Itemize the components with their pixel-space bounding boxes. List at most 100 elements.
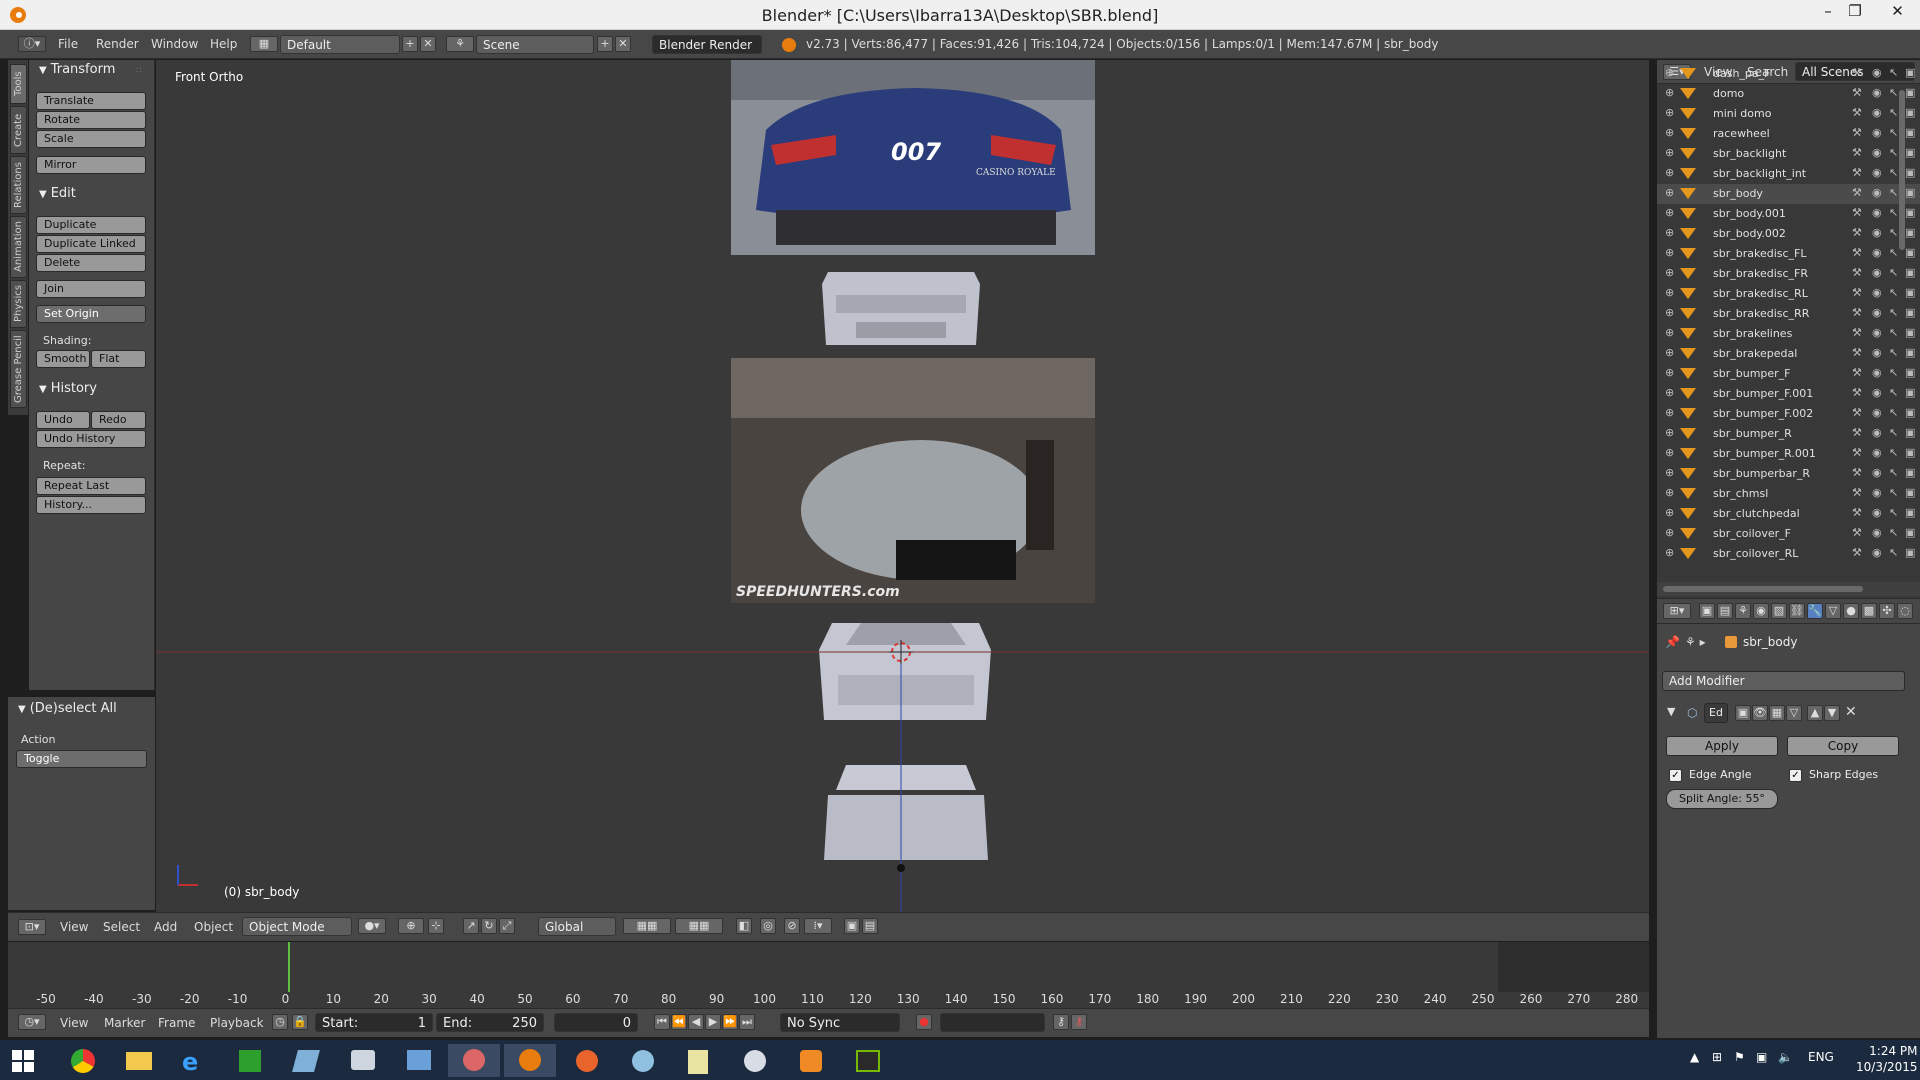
translate-button[interactable]: Translate [36, 92, 146, 110]
flat-button[interactable]: Flat [91, 350, 146, 368]
modifier-editmode-icon[interactable]: ▦ [1769, 705, 1785, 721]
delete-keyframe-icon[interactable]: ⚷ [1071, 1014, 1087, 1030]
expand-icon[interactable]: ⊕ [1665, 146, 1674, 159]
end-frame-field[interactable]: End: 250 [436, 1013, 544, 1032]
history-button[interactable]: History... [36, 496, 146, 514]
menu-file[interactable]: File [58, 35, 78, 54]
manipulator-icon[interactable]: ⊹ [428, 918, 444, 934]
tab-animation[interactable]: Animation [10, 216, 27, 278]
outliner-row[interactable]: ⊕ sbr_bumper_R.001 ⚒ ◉ ↖ ▣ [1657, 444, 1920, 464]
visibility-eye-icon[interactable]: ◉ [1872, 306, 1882, 319]
selectable-arrow-icon[interactable]: ↖ [1889, 326, 1898, 339]
visibility-eye-icon[interactable]: ◉ [1872, 486, 1882, 499]
visibility-eye-icon[interactable]: ◉ [1872, 266, 1882, 279]
outliner-row[interactable]: ⊕ sbr_bumper_F.002 ⚒ ◉ ↖ ▣ [1657, 404, 1920, 424]
renderable-camera-icon[interactable]: ▣ [1905, 266, 1915, 279]
modifier-render-icon[interactable]: ▣ [1735, 705, 1751, 721]
set-origin-select[interactable]: Set Origin [36, 305, 146, 323]
selectable-arrow-icon[interactable]: ↖ [1889, 146, 1898, 159]
outliner-row[interactable]: ⊕ sbr_brakedisc_RR ⚒ ◉ ↖ ▣ [1657, 304, 1920, 324]
expand-icon[interactable]: ⊕ [1665, 346, 1674, 359]
expand-icon[interactable]: ⊕ [1665, 506, 1674, 519]
selectable-arrow-icon[interactable]: ↖ [1889, 106, 1898, 119]
expand-icon[interactable]: ⊕ [1665, 306, 1674, 319]
renderable-camera-icon[interactable]: ▣ [1905, 286, 1915, 299]
current-frame-marker[interactable] [288, 942, 290, 992]
outliner-row[interactable]: ⊕ sbr_body.001 ⚒ ◉ ↖ ▣ [1657, 204, 1920, 224]
outliner-row[interactable]: ⊕ sbr_body.002 ⚒ ◉ ↖ ▣ [1657, 224, 1920, 244]
outliner-row[interactable]: ⊕ sbr_backlight ⚒ ◉ ↖ ▣ [1657, 144, 1920, 164]
opengl-render-icon[interactable]: ▣ [844, 918, 860, 934]
selectable-arrow-icon[interactable]: ↖ [1889, 66, 1898, 79]
object-mode-select[interactable]: Object Mode [242, 917, 352, 936]
keying-set-field[interactable] [940, 1013, 1045, 1032]
renderable-camera-icon[interactable]: ▣ [1905, 226, 1915, 239]
add-modifier-select[interactable]: Add Modifier [1662, 671, 1905, 691]
visibility-eye-icon[interactable]: ◉ [1872, 406, 1882, 419]
outliner-row[interactable]: ⊕ sbr_brakelines ⚒ ◉ ↖ ▣ [1657, 324, 1920, 344]
redo-button[interactable]: Redo [91, 411, 146, 429]
record-icon[interactable]: ● [916, 1014, 932, 1030]
visibility-eye-icon[interactable]: ◉ [1872, 206, 1882, 219]
texture-context-icon[interactable]: ▩ [1861, 603, 1877, 619]
visibility-eye-icon[interactable]: ◉ [1872, 466, 1882, 479]
expand-icon[interactable]: ⊕ [1665, 206, 1674, 219]
object-origin-icon[interactable] [897, 864, 905, 872]
selectable-arrow-icon[interactable]: ↖ [1889, 226, 1898, 239]
media-player-icon[interactable] [784, 1044, 836, 1077]
sharp-edges-checkbox[interactable]: ✓ [1789, 769, 1802, 782]
pivot-point-icon[interactable]: ⊕ [398, 918, 424, 934]
app-icon-6[interactable] [336, 1044, 388, 1077]
remove-modifier-icon[interactable]: ✕ [1845, 704, 1857, 720]
selectable-arrow-icon[interactable]: ↖ [1889, 286, 1898, 299]
lock-range-icon[interactable]: 🔒 [292, 1014, 308, 1030]
object-menu[interactable]: Object [194, 920, 233, 934]
renderable-camera-icon[interactable]: ▣ [1905, 86, 1915, 99]
outliner-row[interactable]: ⊕ racewheel ⚒ ◉ ↖ ▣ [1657, 124, 1920, 144]
renderable-camera-icon[interactable]: ▣ [1905, 546, 1915, 559]
split-angle-field[interactable]: Split Angle: 55° [1666, 789, 1778, 809]
file-explorer-icon[interactable] [112, 1044, 164, 1077]
layers-grid-icon[interactable]: ▦▦ [623, 918, 671, 934]
particles-context-icon[interactable]: ✣ [1879, 603, 1895, 619]
duplicate-linked-button[interactable]: Duplicate Linked [36, 235, 146, 253]
blender-taskbar-icon[interactable] [504, 1044, 556, 1077]
menu-render[interactable]: Render [96, 35, 139, 54]
expand-icon[interactable]: ⊕ [1665, 66, 1674, 79]
minimize-button[interactable]: – [1815, 2, 1841, 24]
outliner-row[interactable]: ⊕ sbr_bumper_F.001 ⚒ ◉ ↖ ▣ [1657, 384, 1920, 404]
selectable-arrow-icon[interactable]: ↖ [1889, 306, 1898, 319]
expand-icon[interactable]: ⊕ [1665, 386, 1674, 399]
translate-manipulator-icon[interactable]: ↗ [463, 918, 479, 934]
tray-windows-icon[interactable]: ⊞ [1712, 1050, 1722, 1064]
join-button[interactable]: Join [36, 280, 146, 298]
expand-icon[interactable]: ⊕ [1665, 286, 1674, 299]
transform-panel-header[interactable]: ▼ Transform [39, 62, 115, 77]
chrome-icon[interactable] [56, 1044, 108, 1077]
outliner-row[interactable]: ⊕ dash_pa_F ⚒ ◉ ↖ ▣ [1657, 64, 1920, 84]
visibility-eye-icon[interactable]: ◉ [1872, 226, 1882, 239]
outliner-row[interactable]: ⊕ sbr_bumper_F ⚒ ◉ ↖ ▣ [1657, 364, 1920, 384]
render-context-icon[interactable]: ▣ [1699, 603, 1715, 619]
expand-icon[interactable]: ⊕ [1665, 426, 1674, 439]
add-scene-icon[interactable]: + [597, 36, 613, 52]
visibility-eye-icon[interactable]: ◉ [1872, 346, 1882, 359]
physics-context-icon[interactable]: ◌ [1897, 603, 1913, 619]
app-icon-11[interactable] [616, 1044, 668, 1077]
selectable-arrow-icon[interactable]: ↖ [1889, 126, 1898, 139]
object-context-icon[interactable]: ▧ [1771, 603, 1787, 619]
smooth-button[interactable]: Smooth [36, 350, 90, 368]
outliner-row[interactable]: ⊕ sbr_body ⚒ ◉ ↖ ▣ [1657, 184, 1920, 204]
jump-keyframe-back-icon[interactable]: ⏪ [671, 1014, 687, 1030]
remove-layout-icon[interactable]: ✕ [420, 36, 436, 52]
scene-field[interactable]: Scene [476, 35, 594, 54]
renderable-camera-icon[interactable]: ▣ [1905, 426, 1915, 439]
app-icon-5[interactable] [280, 1044, 332, 1077]
edge-angle-checkbox[interactable]: ✓ [1669, 769, 1682, 782]
selectable-arrow-icon[interactable]: ↖ [1889, 186, 1898, 199]
duplicate-button[interactable]: Duplicate [36, 216, 146, 234]
visibility-eye-icon[interactable]: ◉ [1872, 546, 1882, 559]
visibility-eye-icon[interactable]: ◉ [1872, 386, 1882, 399]
selectable-arrow-icon[interactable]: ↖ [1889, 206, 1898, 219]
selectable-arrow-icon[interactable]: ↖ [1889, 246, 1898, 259]
